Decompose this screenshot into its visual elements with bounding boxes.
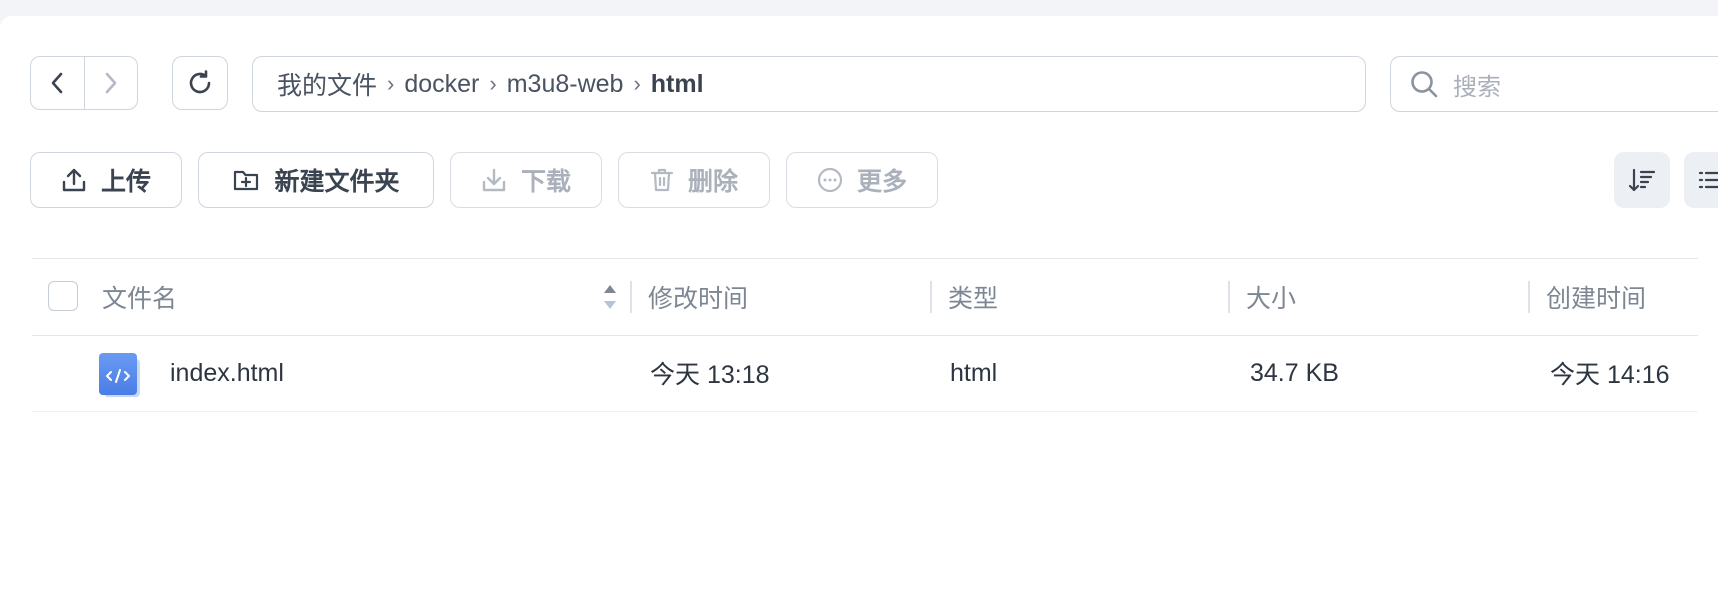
chevron-left-icon (51, 72, 63, 94)
file-name[interactable]: index.html (170, 336, 284, 410)
file-modified-time: 今天 13:18 (650, 361, 770, 389)
search-placeholder: 搜索 (1453, 73, 1501, 101)
more-label: 更多 (856, 168, 907, 196)
file-size: 34.7 KB (1250, 358, 1339, 387)
search-input[interactable]: 搜索 (1390, 56, 1718, 112)
column-header-modified[interactable]: 修改时间 (648, 259, 748, 335)
forward-button[interactable] (83, 57, 138, 109)
table-row[interactable]: index.html 今天 13:18 html 34.7 KB 今天 14:1… (32, 336, 1698, 412)
delete-button[interactable]: 删除 (618, 152, 770, 208)
column-header-created[interactable]: 创建时间 (1546, 259, 1646, 335)
download-button[interactable]: 下载 (450, 152, 602, 208)
file-manager-panel: 我的文件 › docker › m3u8-web › html 搜索 上传 新建… (0, 16, 1718, 614)
breadcrumb-item-docker[interactable]: docker (404, 70, 479, 99)
html-file-icon (99, 353, 140, 397)
file-type: html (950, 358, 998, 387)
column-separator[interactable] (1228, 281, 1230, 313)
new-folder-label: 新建文件夹 (274, 168, 400, 196)
trash-icon (650, 168, 674, 192)
refresh-button[interactable] (172, 56, 228, 110)
column-separator[interactable] (1528, 281, 1530, 313)
column-header-size[interactable]: 大小 (1246, 259, 1296, 335)
column-separator[interactable] (930, 281, 932, 313)
sort-descending-icon (1628, 168, 1656, 192)
table-header: 文件名 修改时间 类型 大小 创建时间 (32, 258, 1698, 336)
history-nav (30, 56, 138, 110)
list-view-button[interactable] (1684, 152, 1718, 208)
sort-button[interactable] (1614, 152, 1670, 208)
delete-label: 删除 (687, 168, 738, 196)
upload-icon (62, 168, 86, 192)
column-separator[interactable] (630, 281, 632, 313)
download-label: 下载 (520, 168, 571, 196)
breadcrumb-item-m3u8-web[interactable]: m3u8-web (507, 70, 624, 99)
column-header-type[interactable]: 类型 (948, 259, 998, 335)
new-folder-button[interactable]: 新建文件夹 (198, 152, 434, 208)
back-button[interactable] (31, 57, 84, 109)
upload-button[interactable]: 上传 (30, 152, 182, 208)
chevron-right-icon (105, 72, 117, 94)
file-created-time: 今天 14:16 (1550, 361, 1670, 389)
breadcrumb-separator: › (633, 71, 641, 96)
refresh-icon (189, 70, 211, 94)
more-icon (817, 167, 843, 193)
breadcrumb-separator: › (387, 71, 395, 96)
folder-plus-icon (234, 170, 259, 191)
breadcrumb-separator: › (489, 71, 497, 96)
list-view-icon (1698, 171, 1718, 189)
breadcrumb-current: html (650, 69, 704, 98)
more-button[interactable]: 更多 (786, 152, 938, 208)
sort-arrows-icon[interactable] (602, 279, 618, 315)
search-icon (1411, 71, 1438, 98)
breadcrumb: 我的文件 › docker › m3u8-web › html (252, 56, 1366, 112)
column-header-name[interactable]: 文件名 (102, 259, 177, 335)
upload-label: 上传 (100, 168, 151, 196)
download-icon (482, 168, 506, 192)
breadcrumb-item-my-files[interactable]: 我的文件 (277, 66, 377, 102)
select-all-checkbox[interactable] (48, 281, 78, 311)
